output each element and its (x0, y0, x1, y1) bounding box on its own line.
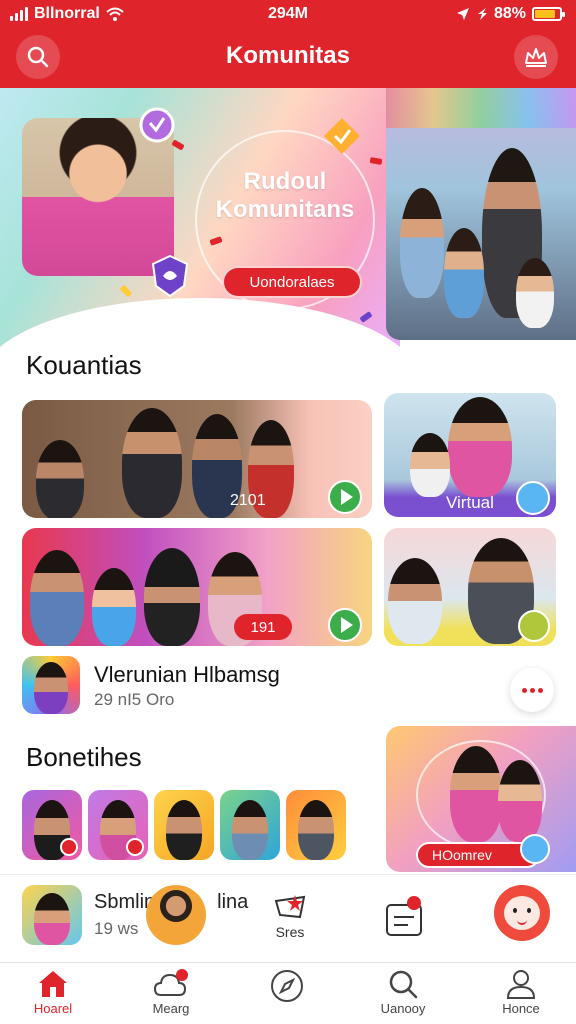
battery-percent: 88% (493, 5, 526, 22)
mini-title-suffix: lina (217, 891, 249, 913)
play-icon[interactable] (328, 480, 362, 514)
mini-player-subtitle: 19 ws (94, 919, 139, 938)
child (410, 433, 450, 497)
avatar[interactable] (22, 656, 80, 714)
person (450, 746, 502, 842)
person (34, 893, 70, 945)
person (400, 188, 444, 298)
share-icon[interactable] (516, 481, 550, 515)
story-avatar[interactable] (88, 790, 148, 860)
list-item-subtitle: 29 nI5 Oro (94, 690, 175, 709)
star-sparkle-icon (274, 895, 306, 919)
person (144, 548, 200, 646)
mini-player: Sbmlin lina 19 ws Sres (0, 874, 576, 962)
story-avatar[interactable] (220, 790, 280, 860)
video-tile[interactable] (384, 528, 556, 646)
page-title: Komunitas (225, 42, 350, 69)
story-avatar[interactable] (154, 790, 214, 860)
child (444, 228, 484, 318)
search-icon (389, 970, 418, 999)
mini-action-label: Sres (275, 924, 305, 940)
mini-player-thumbnail[interactable] (146, 885, 206, 945)
person (388, 558, 442, 644)
hero-banner[interactable]: Rudoul Komunitans Uondoralaes (0, 88, 576, 350)
battery-icon (532, 7, 565, 21)
user-icon (506, 970, 536, 999)
section-title-bonetihes: Bonetihes (26, 742, 142, 772)
status-right: 88% (456, 5, 565, 23)
tab-search[interactable]: Uanooy (358, 969, 448, 1016)
hero-heading-line1: Rudoul (243, 168, 327, 195)
mini-player-action[interactable]: Sres (268, 893, 312, 940)
tile-badge: Virtual (446, 493, 494, 512)
message-button[interactable] (384, 895, 424, 939)
crown-icon (525, 48, 547, 67)
tile-badge: 2101 (230, 492, 266, 509)
crown-button[interactable] (514, 35, 558, 79)
more-options-button[interactable] (510, 668, 554, 712)
balloon-icon (139, 107, 175, 143)
promo-card[interactable]: HOomrev (386, 726, 576, 872)
person (30, 550, 84, 646)
sticker-icon (324, 118, 360, 154)
video-tile[interactable]: 191 (22, 528, 372, 646)
story-badge (126, 838, 144, 856)
child (516, 258, 554, 328)
alarm-icon (477, 8, 487, 20)
list-item-title[interactable]: Vlerunian Hlbamsg (94, 662, 280, 688)
sound-icon[interactable] (520, 834, 550, 864)
compass-icon (271, 970, 303, 1002)
person (122, 408, 182, 518)
play-icon[interactable] (328, 608, 362, 642)
person (448, 397, 512, 497)
top-app-bar: Bllnorral 294M 88% Komunitas (0, 0, 576, 88)
video-tile-virtual[interactable]: Virtual (384, 393, 556, 517)
tile-badge: 191 (234, 614, 292, 640)
person (232, 800, 268, 860)
cloud-chat-icon (153, 969, 188, 996)
section-title-kouantias: Kouantias (26, 350, 142, 380)
tab-explore[interactable] (242, 969, 332, 1005)
tab-messages-label: Mearg (152, 1001, 190, 1016)
face-icon (504, 896, 540, 930)
person (166, 800, 202, 860)
tab-home-label: Hoarel (33, 1001, 73, 1016)
person (298, 800, 334, 860)
profile-avatar[interactable] (494, 885, 550, 941)
story-avatar[interactable] (22, 790, 82, 860)
video-tile[interactable]: 2101 (22, 400, 372, 518)
home-icon (39, 971, 67, 997)
story-badge (60, 838, 78, 856)
music-icon[interactable] (518, 610, 550, 642)
status-bar: Bllnorral 294M 88% (0, 0, 576, 30)
story-avatar[interactable] (286, 790, 346, 860)
tab-home[interactable]: Hoarel (8, 969, 98, 1016)
message-icon (386, 896, 422, 936)
tab-profile[interactable]: Honce (476, 969, 566, 1016)
child (92, 568, 136, 646)
hero-cta-button[interactable]: Uondoralaes (222, 266, 362, 298)
tab-profile-label: Honce (502, 1001, 540, 1016)
person (36, 440, 84, 518)
hero-heading-line2: Komunitans (215, 196, 355, 223)
header-nav: Komunitas (0, 32, 576, 82)
child (498, 760, 542, 842)
tab-search-label: Uanooy (380, 1001, 426, 1016)
person (34, 662, 68, 714)
bottom-tab-bar: Hoarel Mearg Uanooy Honce (0, 962, 576, 1024)
party-garland (386, 88, 576, 128)
mini-player-avatar[interactable] (22, 885, 82, 945)
tab-messages[interactable]: Mearg (126, 969, 216, 1016)
hero-photo-family (386, 88, 576, 340)
shield-badge-icon (151, 254, 189, 298)
location-icon (456, 8, 469, 20)
hero-heading: Rudoul Komunitans (185, 168, 385, 224)
